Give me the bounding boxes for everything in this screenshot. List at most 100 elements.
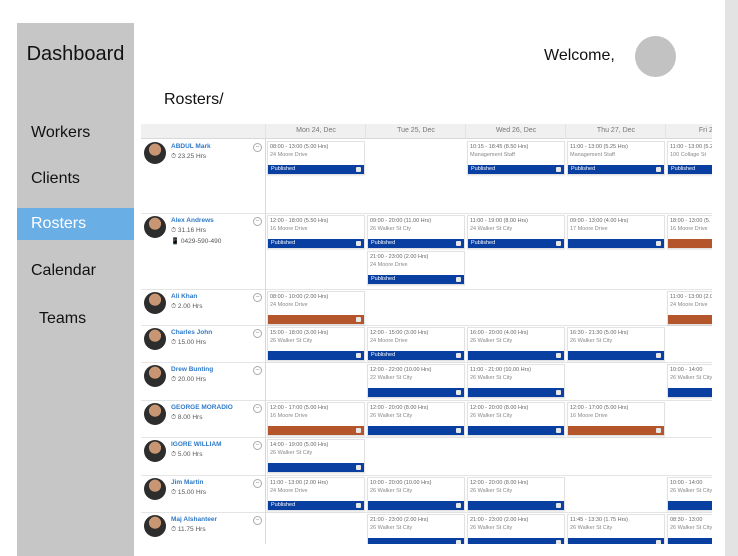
note-icon[interactable]: [556, 241, 561, 246]
worker-menu-icon[interactable]: –: [253, 441, 262, 450]
shift-card[interactable]: 16:30 - 21:30 (5.00 Hrs) 26 Walker St Cit…: [567, 327, 665, 361]
worker-name[interactable]: Alex Andrews: [171, 217, 214, 224]
worker-avatar[interactable]: [144, 328, 166, 350]
shift-card[interactable]: 08:30 - 13:00 26 Walker St City: [667, 514, 712, 544]
worker-name[interactable]: Ali Khan: [171, 293, 197, 300]
note-icon[interactable]: [356, 353, 361, 358]
scrollbar[interactable]: [725, 0, 738, 556]
note-icon[interactable]: [356, 503, 361, 508]
shift-card[interactable]: 18:00 - 13:00 (5. 16 Moore Drive: [667, 215, 712, 249]
worker-avatar[interactable]: [144, 403, 166, 425]
worker-menu-icon[interactable]: –: [253, 143, 262, 152]
shift-card[interactable]: 12:00 - 17:00 (5.00 Hrs) 16 Moore Drive: [567, 402, 665, 436]
shift-card[interactable]: 12:00 - 18:00 (5.50 Hrs) 16 Moore Drive Pu…: [267, 215, 365, 249]
shift-card[interactable]: 10:00 - 20:00 (10.00 Hrs) 26 Walker St Ci…: [367, 477, 465, 511]
shift-card[interactable]: 21:00 - 23:00 (2.00 Hrs) 24 Moore Drive Pu…: [367, 251, 465, 285]
shift-card[interactable]: 12:00 - 20:00 (8.00 Hrs) 26 Walker St Cit…: [467, 402, 565, 436]
shift-card[interactable]: 12:00 - 20:00 (8.00 Hrs) 26 Walker St Cit…: [467, 477, 565, 511]
dashboard-brand[interactable]: Dashboard: [17, 43, 134, 66]
sidebar-item-teams[interactable]: Teams: [17, 303, 134, 335]
worker-menu-icon[interactable]: –: [253, 404, 262, 413]
shift-card[interactable]: 08:00 - 13:00 (5.00 Hrs) 24 Moore Drive Pu…: [267, 141, 365, 175]
worker-menu-icon[interactable]: –: [253, 329, 262, 338]
day-header[interactable]: Wed 26, Dec: [465, 124, 566, 139]
note-icon[interactable]: [556, 390, 561, 395]
shift-card[interactable]: 12:00 - 15:00 (3.00 Hrs) 24 Moore Drive Pu…: [367, 327, 465, 361]
note-icon[interactable]: [356, 241, 361, 246]
shift-card[interactable]: 21:00 - 23:00 (2.00 Hrs) 26 Walker St Cit…: [367, 514, 465, 544]
note-icon[interactable]: [456, 277, 461, 282]
shift-card[interactable]: 10:15 - 18:45 (8.50 Hrs) Management Staff…: [467, 141, 565, 175]
note-icon[interactable]: [356, 465, 361, 470]
sidebar-item-calendar[interactable]: Calendar: [17, 255, 134, 287]
worker-menu-icon[interactable]: –: [253, 217, 262, 226]
shift-card[interactable]: 12:00 - 20:00 (8.00 Hrs) 26 Walker St Cit…: [367, 402, 465, 436]
worker-menu-icon[interactable]: –: [253, 479, 262, 488]
shift-card[interactable]: 10:00 - 14:00 26 Walker St City: [667, 364, 712, 398]
note-icon[interactable]: [556, 428, 561, 433]
shift-card[interactable]: 12:00 - 17:00 (5.00 Hrs) 16 Moore Drive: [267, 402, 365, 436]
sidebar-item-clients[interactable]: Clients: [17, 163, 134, 195]
worker-name[interactable]: IGORE WILLIAM: [171, 441, 222, 448]
note-icon[interactable]: [456, 241, 461, 246]
shift-card[interactable]: 21:00 - 23:00 (2.00 Hrs) 26 Walker St Cit…: [467, 514, 565, 544]
note-icon[interactable]: [556, 353, 561, 358]
worker-menu-icon[interactable]: –: [253, 366, 262, 375]
day-header[interactable]: Thu 27, Dec: [565, 124, 666, 139]
shift-card[interactable]: 14:00 - 19:00 (5.00 Hrs) 26 Walker St Cit…: [267, 439, 365, 473]
day-header[interactable]: Mon 24, Dec: [265, 124, 366, 139]
worker-menu-icon[interactable]: –: [253, 516, 262, 525]
note-icon[interactable]: [656, 540, 661, 544]
shift-card[interactable]: 11:00 - 21:00 (10.00 Hrs) 26 Walker St Ci…: [467, 364, 565, 398]
note-icon[interactable]: [356, 167, 361, 172]
note-icon[interactable]: [556, 167, 561, 172]
note-icon[interactable]: [556, 540, 561, 544]
note-icon[interactable]: [456, 503, 461, 508]
shift-card[interactable]: 16:00 - 20:00 (4.00 Hrs) 26 Walker St Cit…: [467, 327, 565, 361]
shift-card[interactable]: 09:00 - 13:00 (4.00 Hrs) 17 Moore Drive: [567, 215, 665, 249]
shift-card[interactable]: 11:00 - 19:00 (8.00 Hrs) 24 Walker St Cit…: [467, 215, 565, 249]
note-icon[interactable]: [356, 428, 361, 433]
worker-menu-icon[interactable]: –: [253, 293, 262, 302]
shift-card[interactable]: 11:00 - 13:00 (2.0 24 Moore Drive: [667, 291, 712, 325]
worker-name[interactable]: Jim Martin: [171, 479, 204, 486]
shift-status-bar: [268, 426, 364, 435]
note-icon[interactable]: [556, 503, 561, 508]
worker-name[interactable]: Maj Alshanteer: [171, 516, 217, 523]
note-icon[interactable]: [656, 353, 661, 358]
worker-name[interactable]: Charles John: [171, 329, 212, 336]
breadcrumb[interactable]: Rosters/: [164, 91, 224, 109]
day-header[interactable]: Fri 28, Dec: [665, 124, 712, 139]
worker-avatar[interactable]: [144, 440, 166, 462]
shift-card[interactable]: 11:00 - 13:00 (5.2 100 Collage St Publishe…: [667, 141, 712, 175]
note-icon[interactable]: [456, 390, 461, 395]
worker-name[interactable]: ABDUL Mark: [171, 143, 211, 150]
worker-avatar[interactable]: [144, 478, 166, 500]
shift-card[interactable]: 12:00 - 22:00 (10.00 Hrs) 22 Walker St Ci…: [367, 364, 465, 398]
shift-card[interactable]: 08:00 - 10:00 (2.00 Hrs) 24 Moore Drive: [267, 291, 365, 325]
worker-avatar[interactable]: [144, 142, 166, 164]
note-icon[interactable]: [656, 167, 661, 172]
worker-avatar[interactable]: [144, 515, 166, 537]
worker-avatar[interactable]: [144, 292, 166, 314]
worker-name[interactable]: Drew Bunting: [171, 366, 213, 373]
shift-card[interactable]: 11:45 - 13:30 (1.75 Hrs) 26 Walker St Cit…: [567, 514, 665, 544]
sidebar-item-rosters[interactable]: Rosters: [17, 208, 134, 240]
note-icon[interactable]: [456, 353, 461, 358]
note-icon[interactable]: [656, 241, 661, 246]
sidebar-item-workers[interactable]: Workers: [17, 117, 134, 149]
user-avatar[interactable]: [635, 36, 676, 77]
worker-avatar[interactable]: [144, 365, 166, 387]
shift-card[interactable]: 11:00 - 13:00 (2.00 Hrs) 24 Moore Drive Pu…: [267, 477, 365, 511]
shift-card[interactable]: 09:00 - 20:00 (11.00 Hrs) 26 Walker St Ct…: [367, 215, 465, 249]
note-icon[interactable]: [656, 428, 661, 433]
worker-name[interactable]: GEORGE MORADIO: [171, 404, 233, 411]
note-icon[interactable]: [456, 540, 461, 544]
day-header[interactable]: Tue 25, Dec: [365, 124, 466, 139]
shift-card[interactable]: 15:00 - 18:00 (3.00 Hrs) 26 Walker St Cit…: [267, 327, 365, 361]
shift-card[interactable]: 11:00 - 13:00 (5.25 Hrs) Management Staff…: [567, 141, 665, 175]
note-icon[interactable]: [456, 428, 461, 433]
note-icon[interactable]: [356, 317, 361, 322]
worker-avatar[interactable]: [144, 216, 166, 238]
shift-card[interactable]: 10:00 - 14:00 26 Walker St City: [667, 477, 712, 511]
